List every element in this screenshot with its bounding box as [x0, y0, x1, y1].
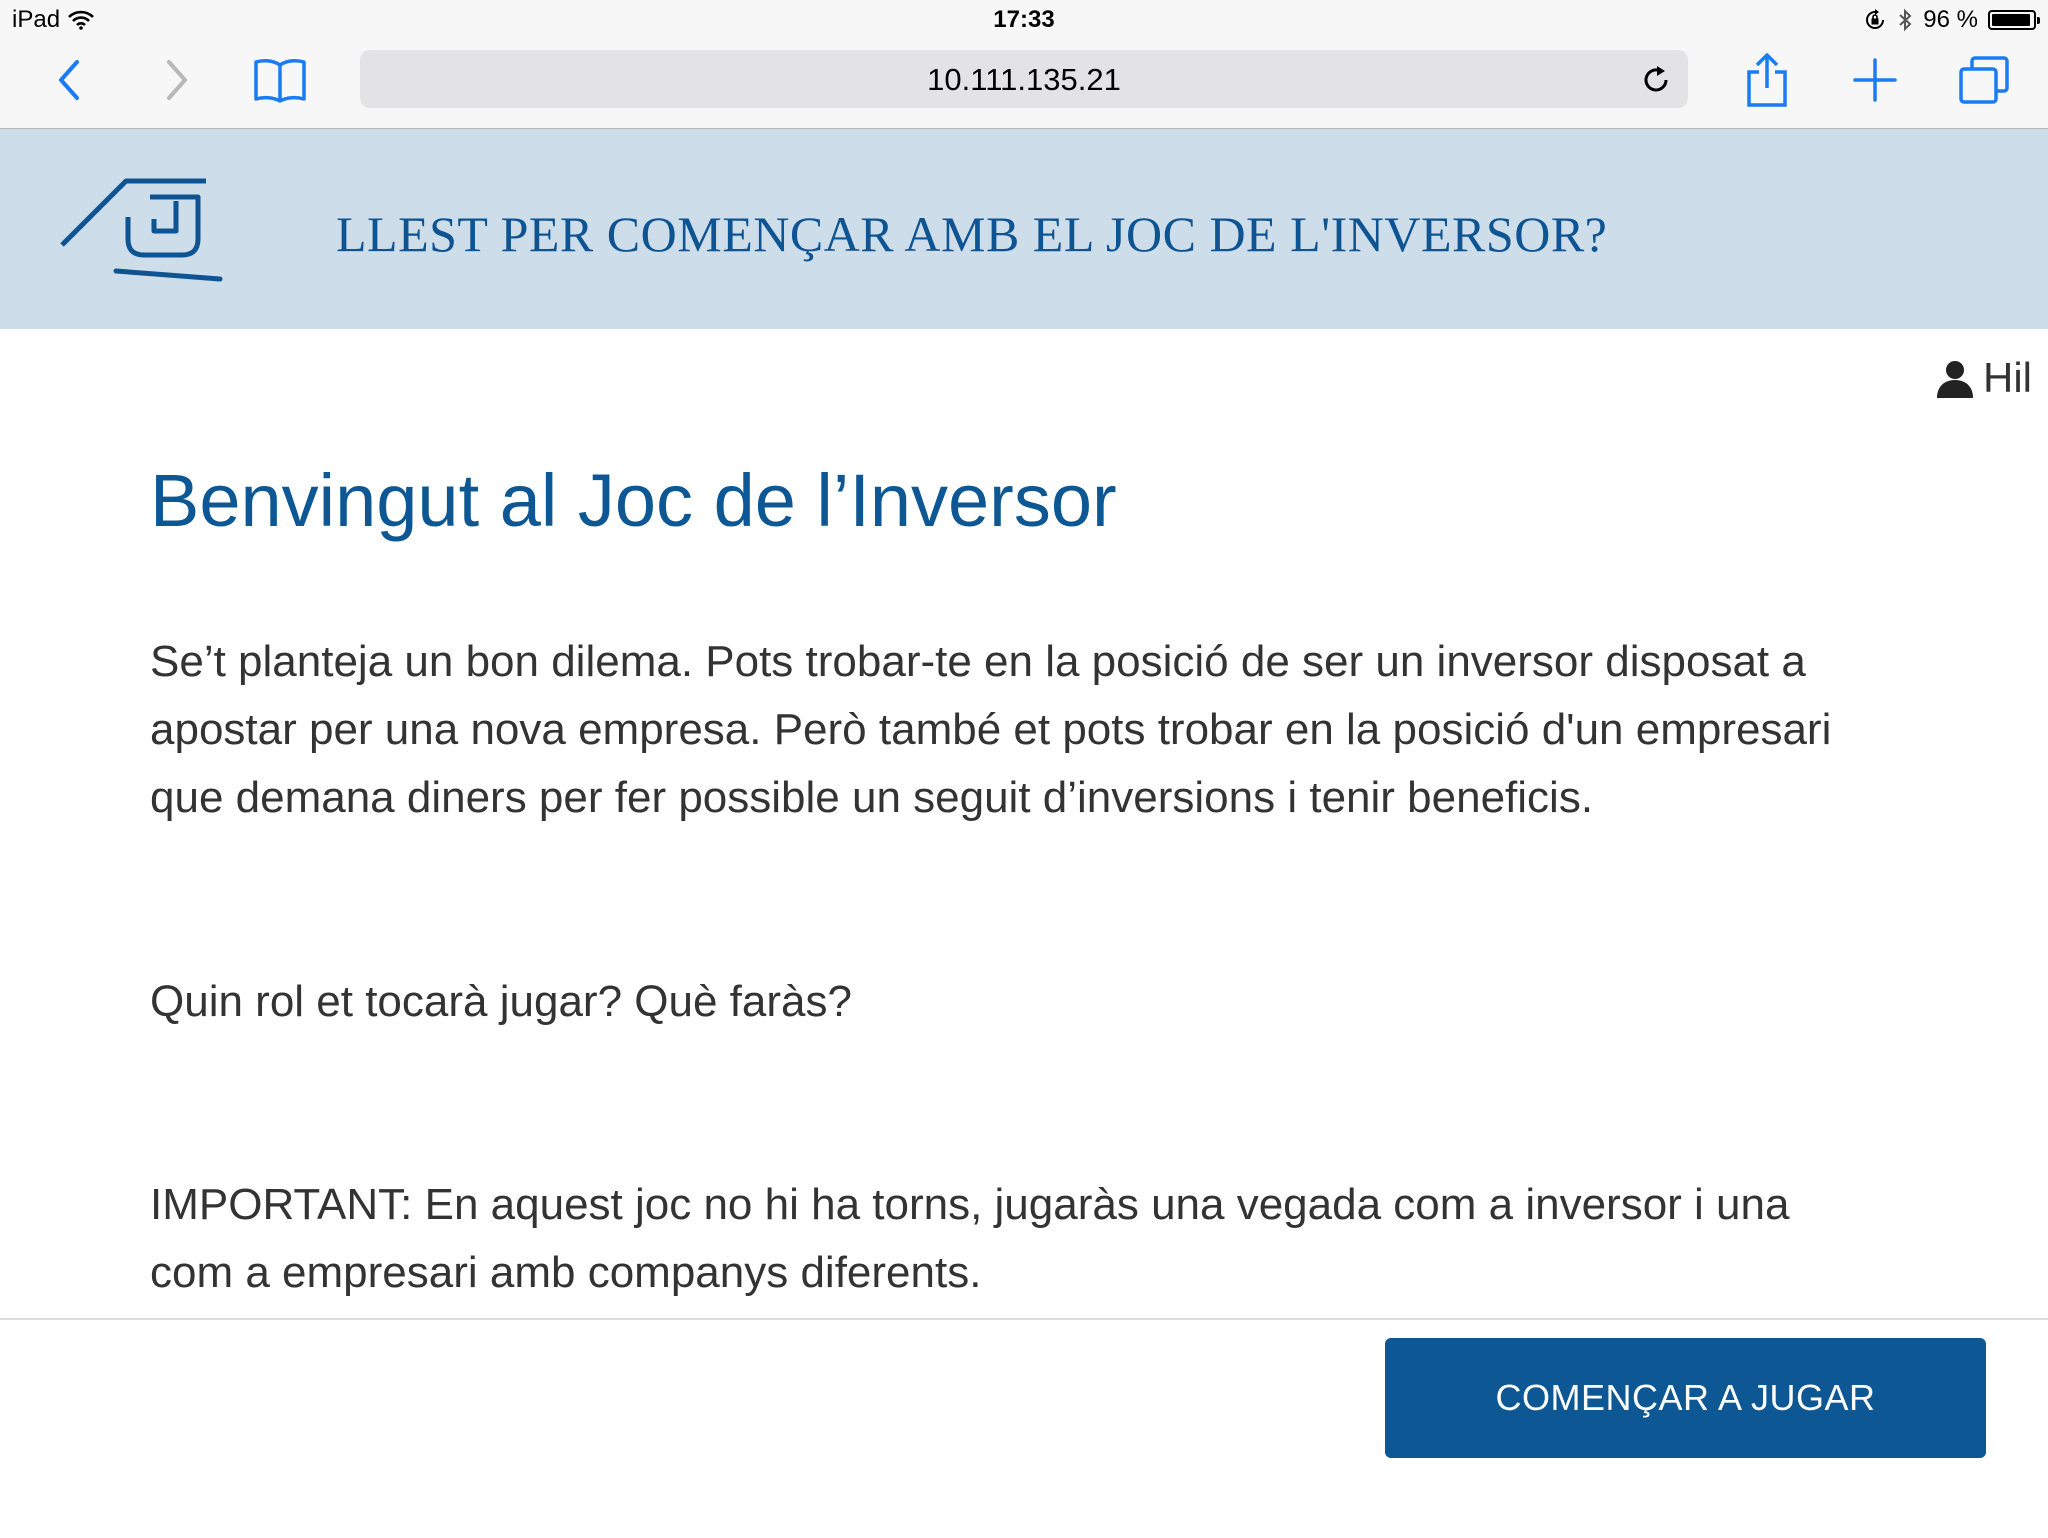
- banner-title: LLEST PER COMENÇAR AMB EL JOC DE L'INVER…: [336, 206, 1608, 262]
- url-text[interactable]: 10.111.135.21: [360, 62, 1688, 98]
- reload-icon[interactable]: [1640, 64, 1672, 96]
- forward-button[interactable]: [144, 50, 208, 110]
- bluetooth-icon: [1899, 8, 1912, 32]
- site-logo[interactable]: [58, 173, 224, 285]
- back-button[interactable]: [38, 50, 102, 110]
- bookmarks-button[interactable]: [248, 50, 312, 110]
- clock: 17:33: [993, 6, 1055, 33]
- status-right: 96 %: [1863, 6, 2040, 34]
- user-icon: [1937, 361, 1973, 398]
- footer-bar: COMENÇAR A JUGAR: [0, 1318, 2048, 1538]
- question-paragraph: Quin rol et tocarà jugar? Què faràs?: [150, 977, 852, 1026]
- forward-icon: [167, 60, 187, 100]
- intro-paragraph: Se’t planteja un bon dilema. Pots trobar…: [150, 637, 1832, 822]
- important-paragraph: IMPORTANT: En aquest joc no hi ha torns,…: [150, 1180, 1790, 1297]
- share-button[interactable]: [1735, 50, 1799, 110]
- tabs-button[interactable]: [1952, 50, 2016, 110]
- tabs-icon: [1959, 56, 2009, 104]
- page-title: Benvingut al Joc de l’Inversor: [150, 459, 1117, 542]
- share-icon: [1747, 53, 1787, 107]
- address-bar[interactable]: 10.111.135.21: [360, 50, 1688, 108]
- new-tab-button[interactable]: [1843, 50, 1907, 110]
- bookmarks-icon: [254, 59, 306, 103]
- user-menu[interactable]: Hil: [1935, 354, 2032, 402]
- main-content: Benvingut al Joc de l’Inversor Se’t plan…: [150, 456, 1870, 1297]
- start-game-button[interactable]: COMENÇAR A JUGAR: [1385, 1338, 1986, 1458]
- new-tab-icon: [1853, 58, 1897, 102]
- back-icon: [59, 60, 79, 100]
- browser-toolbar: 10.111.135.21: [0, 40, 2048, 129]
- status-bar: iPad 17:33 96 %: [0, 0, 2048, 40]
- battery-percent: 96 %: [1923, 6, 1978, 33]
- user-name: Hil: [1983, 354, 2032, 401]
- site-header-banner: LLEST PER COMENÇAR AMB EL JOC DE L'INVER…: [0, 129, 2048, 329]
- battery-icon: [1988, 10, 2040, 30]
- rotation-lock-icon: [1866, 9, 1885, 29]
- battery-level: [1992, 14, 2031, 26]
